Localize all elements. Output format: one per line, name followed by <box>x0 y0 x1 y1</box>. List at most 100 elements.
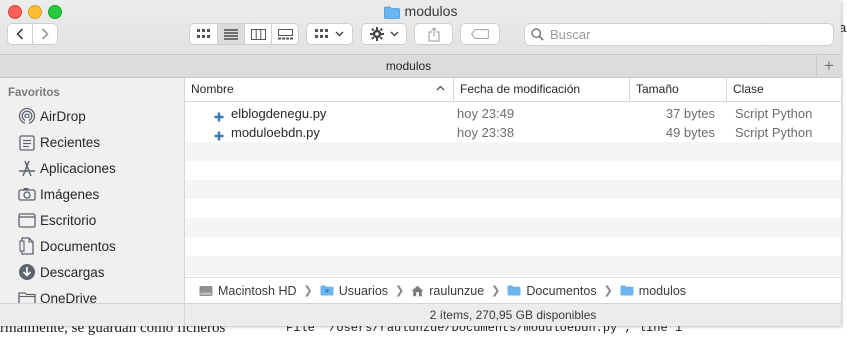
group-by-button[interactable] <box>306 23 353 45</box>
sidebar-item-label: Recientes <box>40 134 101 150</box>
folder-icon <box>383 5 400 23</box>
path-item-label: Usuarios <box>338 283 389 298</box>
applications-icon <box>16 158 38 178</box>
path-item-label: raulunzue <box>429 283 485 298</box>
column-view-button[interactable] <box>244 23 272 45</box>
empty-row <box>185 161 841 180</box>
file-size: 37 bytes <box>665 106 715 121</box>
column-header-clase[interactable]: Clase <box>726 78 841 101</box>
window-title: modulos <box>0 2 841 23</box>
edit-tags-button[interactable] <box>460 23 500 45</box>
gallery-icon <box>277 28 293 39</box>
sidebar-item-label: Descargas <box>40 264 105 280</box>
file-kind: Script Python <box>735 106 813 121</box>
search-field[interactable] <box>524 23 834 46</box>
plus-icon: + <box>824 56 834 75</box>
column-header-label: Clase <box>733 82 764 96</box>
column-header-label: Tamaño <box>636 82 679 96</box>
file-name: moduloebdn.py <box>231 125 320 140</box>
path-item-usuarios[interactable]: Usuarios <box>320 284 388 298</box>
hard-drive-icon <box>199 285 213 297</box>
file-date: hoy 23:38 <box>457 125 515 140</box>
sidebar-item-descargas[interactable]: Descargas <box>0 259 184 285</box>
path-item-label: Documentos <box>526 283 597 298</box>
empty-row <box>185 256 841 275</box>
forward-button[interactable] <box>32 23 58 45</box>
finder-window: modulos Buscar modulos + Favoritos AirDr… <box>0 0 841 326</box>
column-header-fecha[interactable]: Fecha de modificación <box>453 78 629 101</box>
view-mode-selector <box>189 23 299 45</box>
file-list-area: Nombre Fecha de modificación Tamaño Clas… <box>185 78 841 326</box>
file-row[interactable]: elblogdenegu.py hoy 23:49 37 bytes Scrip… <box>185 104 841 123</box>
empty-row <box>185 199 841 218</box>
search-input[interactable] <box>548 26 822 43</box>
status-text: 2 ítems, 270,95 GB disponibles <box>429 308 597 322</box>
sidebar-item-aplicaciones[interactable]: Aplicaciones <box>0 155 184 181</box>
chevron-right-icon: ❯ <box>491 285 501 297</box>
sidebar-item-label: AirDrop <box>40 108 86 124</box>
columns-icon <box>250 28 266 40</box>
gear-icon <box>369 27 384 41</box>
chevron-right-icon: ❯ <box>603 285 613 297</box>
path-item-label: Macintosh HD <box>218 283 297 298</box>
sidebar-status-bar <box>0 303 185 326</box>
sidebar: Favoritos AirDrop Recientes Aplicaciones… <box>0 78 185 326</box>
sidebar-item-escritorio[interactable]: Escritorio <box>0 207 184 233</box>
column-headers: Nombre Fecha de modificación Tamaño Clas… <box>185 78 841 102</box>
camera-icon <box>16 184 38 204</box>
new-tab-button[interactable]: + <box>816 55 841 77</box>
share-icon <box>427 26 440 42</box>
toolbar: modulos <box>0 0 841 54</box>
back-button[interactable] <box>7 23 33 45</box>
chevron-right-icon <box>41 28 49 40</box>
chevron-left-icon <box>16 28 24 40</box>
document-icon <box>16 236 38 256</box>
folder-icon <box>620 285 634 296</box>
empty-row <box>185 237 841 256</box>
path-item-documentos[interactable]: Documentos <box>507 283 597 298</box>
file-size: 49 bytes <box>665 125 715 140</box>
recents-icon <box>16 132 38 152</box>
tab-modulos[interactable]: modulos <box>0 59 817 73</box>
folder-icon <box>507 285 521 296</box>
column-header-tamano[interactable]: Tamaño <box>629 78 726 101</box>
path-item-raulunzue[interactable]: raulunzue <box>411 284 484 298</box>
sort-ascending-icon <box>436 78 445 101</box>
column-header-label: Nombre <box>191 82 234 96</box>
action-menu-button[interactable] <box>361 23 407 45</box>
sidebar-heading: Favoritos <box>8 87 60 99</box>
list-view-button[interactable] <box>217 23 245 45</box>
sidebar-item-airdrop[interactable]: AirDrop <box>0 103 184 129</box>
gallery-view-button[interactable] <box>271 23 299 45</box>
grid-icon <box>196 29 210 38</box>
list-icon <box>224 28 238 40</box>
sidebar-item-imagenes[interactable]: Imágenes <box>0 181 184 207</box>
sidebar-item-label: Escritorio <box>40 212 97 228</box>
empty-row <box>185 142 841 161</box>
sidebar-item-label: Aplicaciones <box>40 160 116 176</box>
nav-buttons <box>7 23 58 45</box>
download-icon <box>16 262 38 282</box>
path-bar: Macintosh HD ❯ Usuarios ❯ raulunzue ❯ Do… <box>185 277 841 303</box>
airdrop-icon <box>16 106 38 126</box>
sidebar-item-label: Imágenes <box>40 186 100 202</box>
column-header-label: Fecha de modificación <box>460 82 581 96</box>
file-row[interactable]: moduloebdn.py hoy 23:38 49 bytes Script … <box>185 123 841 142</box>
status-bar: 2 ítems, 270,95 GB disponibles <box>185 303 841 326</box>
chevron-down-icon <box>335 31 344 37</box>
grid-icon <box>315 29 328 38</box>
window-title-text: modulos <box>404 3 458 19</box>
share-button[interactable] <box>414 23 453 45</box>
file-name: elblogdenegu.py <box>231 106 327 121</box>
desktop-icon <box>16 210 38 230</box>
sidebar-item-documentos[interactable]: Documentos <box>0 233 184 259</box>
path-item-modulos[interactable]: modulos <box>620 284 686 298</box>
empty-row <box>185 218 841 237</box>
path-item-label: modulos <box>638 283 687 298</box>
path-item-macintosh-hd[interactable]: Macintosh HD <box>199 284 297 298</box>
tag-icon <box>471 29 489 39</box>
icon-view-button[interactable] <box>189 23 218 45</box>
tab-bar: modulos + <box>0 54 841 78</box>
sidebar-item-recientes[interactable]: Recientes <box>0 129 184 155</box>
column-header-nombre[interactable]: Nombre <box>185 78 453 101</box>
